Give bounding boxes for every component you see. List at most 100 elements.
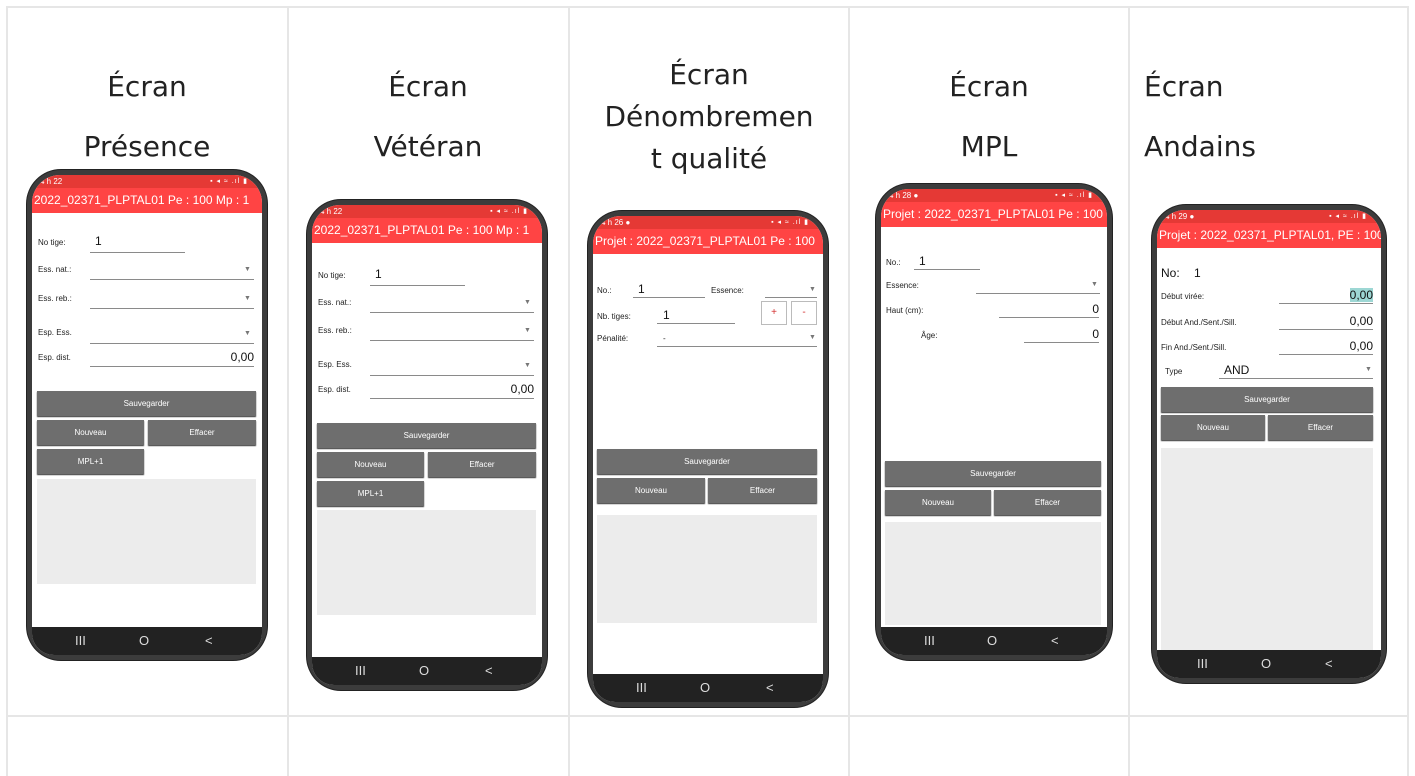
recents-icon[interactable]: III bbox=[636, 680, 647, 695]
field-label: No tige: bbox=[38, 238, 66, 247]
no-tige-input[interactable]: 1 bbox=[95, 234, 102, 248]
field-label: Esp. Ess. bbox=[38, 328, 72, 337]
esp-dist-input[interactable]: 0,00 bbox=[231, 350, 254, 364]
field-label: Essence: bbox=[711, 286, 744, 295]
back-icon[interactable]: < bbox=[205, 633, 213, 648]
field-label: Début virée: bbox=[1161, 292, 1205, 301]
no-value[interactable]: 1 bbox=[1194, 266, 1201, 280]
caption-mpl: Écran MPL bbox=[949, 70, 1029, 163]
save-button[interactable]: Sauvegarder bbox=[37, 391, 256, 416]
ess-reb-select[interactable] bbox=[90, 308, 254, 309]
new-button[interactable]: Nouveau bbox=[37, 420, 144, 445]
field-label: Haut (cm): bbox=[886, 306, 924, 315]
android-nav-bar: III O < bbox=[312, 657, 542, 685]
home-icon[interactable]: O bbox=[419, 663, 429, 678]
status-icons: ▪ ◂ ≈ .ıl ▮ bbox=[490, 208, 528, 215]
clear-button[interactable]: Effacer bbox=[1268, 415, 1373, 440]
list-panel bbox=[597, 515, 817, 623]
new-button[interactable]: Nouveau bbox=[885, 490, 991, 515]
list-panel bbox=[1161, 448, 1373, 654]
age-input[interactable]: 0 bbox=[1092, 327, 1099, 341]
esp-ess-select[interactable] bbox=[370, 375, 534, 376]
dropdown-arrow-icon: ▼ bbox=[244, 295, 251, 302]
table-border bbox=[1128, 6, 1130, 776]
list-panel bbox=[37, 479, 256, 584]
mpl-plus-one-button[interactable]: MPL+1 bbox=[317, 481, 424, 506]
field-label: Esp. Ess. bbox=[318, 360, 352, 369]
mpl-plus-one-button[interactable]: MPL+1 bbox=[37, 449, 144, 474]
status-bar: 4 h 29 ● ▪ ◂ ≈ .ıl ▮ bbox=[1157, 210, 1381, 223]
table-border bbox=[1407, 6, 1409, 776]
status-icons: ▪ ◂ ≈ .ıl ▮ bbox=[771, 219, 809, 226]
back-icon[interactable]: < bbox=[766, 680, 774, 695]
new-button[interactable]: Nouveau bbox=[1161, 415, 1265, 440]
ess-nat-select[interactable] bbox=[370, 312, 534, 313]
home-icon[interactable]: O bbox=[987, 633, 997, 648]
back-icon[interactable]: < bbox=[1051, 633, 1059, 648]
list-panel bbox=[885, 522, 1101, 625]
dropdown-arrow-icon: ▼ bbox=[524, 362, 531, 369]
save-button[interactable]: Sauvegarder bbox=[885, 461, 1101, 486]
no-input[interactable]: 1 bbox=[919, 254, 926, 268]
recents-icon[interactable]: III bbox=[924, 633, 935, 648]
nb-tiges-input[interactable]: 1 bbox=[663, 308, 670, 322]
clear-button[interactable]: Effacer bbox=[994, 490, 1101, 515]
esp-dist-input[interactable]: 0,00 bbox=[511, 382, 534, 396]
home-icon[interactable]: O bbox=[700, 680, 710, 695]
new-button[interactable]: Nouveau bbox=[597, 478, 705, 503]
new-button[interactable]: Nouveau bbox=[317, 452, 424, 477]
clear-button[interactable]: Effacer bbox=[708, 478, 817, 503]
home-icon[interactable]: O bbox=[1261, 656, 1271, 671]
status-bar: 4 h 22 ▪ ◂ ≈ .ıl ▮ bbox=[312, 205, 542, 218]
app-title-bar: Projet : 2022_02371_PLPTAL01 Pe : 100 bbox=[593, 229, 823, 254]
back-icon[interactable]: < bbox=[1325, 656, 1333, 671]
recents-icon[interactable]: III bbox=[75, 633, 86, 648]
clear-button[interactable]: Effacer bbox=[428, 452, 536, 477]
clear-button[interactable]: Effacer bbox=[148, 420, 256, 445]
recents-icon[interactable]: III bbox=[1197, 656, 1208, 671]
home-icon[interactable]: O bbox=[139, 633, 149, 648]
status-bar: 4 h 26 ● ▪ ◂ ≈ .ıl ▮ bbox=[593, 216, 823, 229]
dropdown-arrow-icon: ▼ bbox=[244, 266, 251, 273]
penalite-select[interactable]: - bbox=[663, 334, 666, 343]
caption-denombrement: Écran Dénombremen t qualité bbox=[604, 58, 814, 175]
field-label: No: bbox=[1161, 266, 1180, 280]
app-title-bar: 2022_02371_PLPTAL01 Pe : 100 Mp : 1 bbox=[32, 188, 262, 213]
dropdown-arrow-icon: ▼ bbox=[524, 327, 531, 334]
caption-andains: Écran Andains bbox=[1144, 70, 1256, 163]
save-button[interactable]: Sauvegarder bbox=[597, 449, 817, 474]
android-nav-bar: III O < bbox=[881, 627, 1107, 655]
field-label: Nb. tiges: bbox=[597, 312, 631, 321]
back-icon[interactable]: < bbox=[485, 663, 493, 678]
phone-andains: 4 h 29 ● ▪ ◂ ≈ .ıl ▮ Projet : 2022_02371_… bbox=[1152, 205, 1386, 683]
essence-select[interactable] bbox=[976, 293, 1100, 294]
field-label: Esp. dist. bbox=[318, 385, 351, 394]
esp-ess-select[interactable] bbox=[90, 343, 254, 344]
android-nav-bar: III O < bbox=[1157, 650, 1381, 678]
status-icons: ▪ ◂ ≈ .ıl ▮ bbox=[210, 178, 248, 185]
status-bar: 4 h 28 ● ▪ ◂ ≈ .ıl ▮ bbox=[881, 189, 1107, 202]
fin-andain-input[interactable]: 0,00 bbox=[1350, 339, 1373, 353]
android-nav-bar: III O < bbox=[32, 627, 262, 655]
type-select[interactable]: AND bbox=[1224, 363, 1249, 377]
save-button[interactable]: Sauvegarder bbox=[317, 423, 536, 448]
hauteur-input[interactable]: 0 bbox=[1092, 302, 1099, 316]
phone-presence: 4 h 22 ▪ ◂ ≈ .ıl ▮ 2022_02371_PLPTAL01 Pe… bbox=[27, 170, 267, 660]
no-tige-input[interactable]: 1 bbox=[375, 267, 382, 281]
field-label: Essence: bbox=[886, 281, 919, 290]
recents-icon[interactable]: III bbox=[355, 663, 366, 678]
save-button[interactable]: Sauvegarder bbox=[1161, 387, 1373, 412]
decrement-button[interactable]: - bbox=[791, 301, 817, 325]
app-title-bar: Projet : 2022_02371_PLPTAL01 Pe : 100 bbox=[881, 202, 1107, 227]
field-label: Esp. dist. bbox=[38, 353, 71, 362]
field-label: Fin And./Sent./Sill. bbox=[1161, 343, 1227, 352]
dropdown-arrow-icon: ▼ bbox=[524, 299, 531, 306]
ess-nat-select[interactable] bbox=[90, 279, 254, 280]
essence-select[interactable] bbox=[765, 297, 817, 298]
debut-viree-input[interactable]: 0,00 bbox=[1349, 288, 1373, 302]
ess-reb-select[interactable] bbox=[370, 340, 534, 341]
no-input[interactable]: 1 bbox=[638, 282, 645, 296]
increment-button[interactable]: + bbox=[761, 301, 787, 325]
debut-andain-input[interactable]: 0,00 bbox=[1350, 314, 1373, 328]
field-label: Ess. nat.: bbox=[318, 298, 352, 307]
